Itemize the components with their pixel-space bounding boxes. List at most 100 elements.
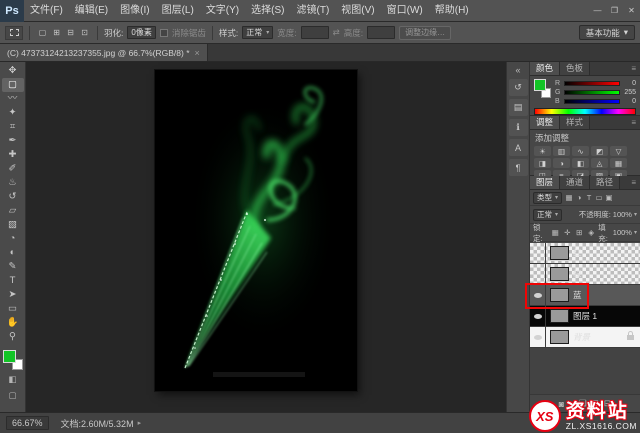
shape-tool-icon[interactable]: ▭ bbox=[2, 302, 24, 316]
blur-tool-icon[interactable]: ◔ bbox=[2, 232, 24, 246]
layer-background[interactable]: 背景 bbox=[530, 327, 640, 348]
document-size-info[interactable]: 文档:2.60M/5.32M ▸ bbox=[61, 417, 142, 430]
zoom-level-field[interactable]: 66.67% bbox=[6, 416, 49, 430]
filter-pixel-layers-icon[interactable]: ▦ bbox=[564, 193, 574, 202]
swap-dimensions-icon[interactable]: ⇄ bbox=[333, 27, 340, 38]
eyedropper-tool-icon[interactable]: ✒ bbox=[2, 134, 24, 148]
style-select[interactable]: 正常 ▾ bbox=[242, 26, 274, 39]
levels-icon[interactable]: ▥ bbox=[553, 146, 570, 156]
layer-red[interactable]: 红 bbox=[530, 243, 640, 264]
filter-adjustment-layers-icon[interactable]: ◑ bbox=[574, 193, 584, 202]
tab-color[interactable]: 颜色 bbox=[530, 62, 561, 75]
curves-icon[interactable]: ∿ bbox=[572, 146, 589, 156]
history-brush-tool-icon[interactable]: ↺ bbox=[2, 190, 24, 204]
path-selection-tool-icon[interactable]: ➤ bbox=[2, 288, 24, 302]
visibility-toggle[interactable] bbox=[530, 285, 546, 305]
menu-item[interactable]: 图像(I) bbox=[114, 0, 155, 21]
eraser-tool-icon[interactable]: ▱ bbox=[2, 204, 24, 218]
paragraph-panel-icon[interactable]: ¶ bbox=[508, 159, 528, 176]
subtract-from-selection-icon[interactable]: ⊟ bbox=[64, 26, 77, 39]
quick-selection-tool-icon[interactable]: ✦ bbox=[2, 106, 24, 120]
close-icon[interactable]: ✕ bbox=[623, 0, 640, 21]
layer-thumbnail[interactable] bbox=[550, 330, 569, 344]
gradient-tool-icon[interactable]: ▧ bbox=[2, 218, 24, 232]
menu-item[interactable]: 文字(Y) bbox=[200, 0, 245, 21]
document-tab[interactable]: (C) 47373124213237355.jpg @ 66.7%(RGB/8)… bbox=[0, 44, 208, 61]
minimize-icon[interactable]: — bbox=[589, 0, 606, 21]
layer-name[interactable]: 绿 bbox=[573, 268, 582, 280]
add-to-selection-icon[interactable]: ⊞ bbox=[50, 26, 63, 39]
new-selection-icon[interactable]: ▢ bbox=[36, 26, 49, 39]
lock-position-icon[interactable]: ⊞ bbox=[574, 228, 584, 237]
filter-shape-layers-icon[interactable]: ▭ bbox=[594, 193, 604, 202]
blend-mode-select[interactable]: 正常 ▾ bbox=[533, 208, 563, 221]
menu-item[interactable]: 帮助(H) bbox=[429, 0, 475, 21]
fill-value[interactable]: 100% bbox=[613, 228, 632, 237]
tab-channels[interactable]: 通道 bbox=[560, 176, 591, 189]
intersect-selection-icon[interactable]: ⊡ bbox=[78, 26, 91, 39]
vibrance-icon[interactable]: ▽ bbox=[610, 146, 627, 156]
menu-item[interactable]: 滤镜(T) bbox=[291, 0, 336, 21]
layer-name[interactable]: 红 bbox=[573, 247, 582, 259]
layer-thumbnail[interactable] bbox=[550, 267, 569, 281]
layer-thumbnail[interactable] bbox=[550, 246, 569, 260]
channel-mixer-icon[interactable]: ▦ bbox=[610, 158, 627, 168]
visibility-toggle[interactable] bbox=[530, 327, 546, 347]
zoom-tool-icon[interactable]: ⚲ bbox=[2, 330, 24, 344]
info-panel-icon[interactable]: ℹ bbox=[508, 119, 528, 136]
foreground-swatch[interactable] bbox=[534, 79, 546, 91]
feather-field[interactable]: 0像素 bbox=[127, 26, 156, 39]
character-panel-icon[interactable]: A bbox=[508, 139, 528, 156]
width-field[interactable] bbox=[300, 26, 329, 39]
layer-blue[interactable]: 蓝 bbox=[530, 285, 640, 306]
photo-filter-icon[interactable]: ◬ bbox=[591, 158, 608, 168]
slider-track[interactable] bbox=[564, 80, 620, 86]
maximize-icon[interactable]: ❐ bbox=[606, 0, 623, 21]
marquee-tool-icon[interactable]: ▢ bbox=[1, 78, 24, 92]
color-spectrum-bar[interactable] bbox=[534, 108, 636, 115]
layer-name[interactable]: 背景 bbox=[573, 331, 590, 343]
expand-panels-icon[interactable]: « bbox=[515, 64, 520, 76]
dodge-tool-icon[interactable]: ◐ bbox=[2, 246, 24, 260]
filter-smart-object-icon[interactable]: ▣ bbox=[604, 193, 614, 202]
slider-track[interactable] bbox=[564, 89, 620, 95]
current-tool-icon[interactable] bbox=[5, 25, 23, 40]
clone-stamp-tool-icon[interactable]: ♨ bbox=[2, 176, 24, 190]
lock-transparency-icon[interactable]: ▦ bbox=[550, 228, 560, 237]
menu-item[interactable]: 窗口(W) bbox=[381, 0, 429, 21]
lasso-tool-icon[interactable]: 〰 bbox=[2, 92, 24, 106]
screen-mode-icon[interactable]: ▢ bbox=[2, 389, 24, 402]
status-options-icon[interactable]: ▸ bbox=[138, 419, 142, 427]
slider-track[interactable] bbox=[564, 98, 620, 104]
layer-thumbnail[interactable] bbox=[550, 288, 569, 302]
foreground-swatch[interactable] bbox=[2, 350, 16, 363]
pen-tool-icon[interactable]: ✎ bbox=[2, 260, 24, 274]
menu-item[interactable]: 选择(S) bbox=[245, 0, 290, 21]
type-tool-icon[interactable]: T bbox=[2, 274, 24, 288]
menu-item[interactable]: 视图(V) bbox=[335, 0, 380, 21]
color-balance-icon[interactable]: ◑ bbox=[553, 158, 570, 168]
crop-tool-icon[interactable]: ⌗ bbox=[2, 120, 24, 134]
layer-name[interactable]: 蓝 bbox=[573, 289, 582, 301]
workspace-switcher[interactable]: 基本功能 ▾ bbox=[578, 25, 635, 40]
black-white-icon[interactable]: ◧ bbox=[572, 158, 589, 168]
layer-name[interactable]: 图层 1 bbox=[573, 310, 597, 322]
panel-menu-icon[interactable]: ≡ bbox=[627, 62, 640, 75]
healing-brush-tool-icon[interactable]: ✚ bbox=[2, 148, 24, 162]
brightness-contrast-icon[interactable]: ☀ bbox=[534, 146, 551, 156]
panel-menu-icon[interactable]: ≡ bbox=[627, 116, 640, 129]
layer-green[interactable]: 绿 bbox=[530, 264, 640, 285]
brush-tool-icon[interactable]: ✐ bbox=[2, 162, 24, 176]
menu-item[interactable]: 图层(L) bbox=[156, 0, 200, 21]
quick-mask-icon[interactable]: ◧ bbox=[2, 373, 24, 386]
document-image[interactable] bbox=[155, 70, 357, 391]
filter-type-layers-icon[interactable]: T bbox=[584, 193, 594, 202]
visibility-toggle[interactable] bbox=[530, 264, 546, 284]
opacity-value[interactable]: 100% bbox=[613, 210, 632, 219]
hue-saturation-icon[interactable]: ◨ bbox=[534, 158, 551, 168]
menu-item[interactable]: 文件(F) bbox=[24, 0, 69, 21]
refine-edge-button[interactable]: 调整边缘… bbox=[399, 25, 452, 40]
history-panel-icon[interactable]: ↺ bbox=[508, 79, 528, 96]
tab-swatches[interactable]: 色板 bbox=[560, 62, 591, 75]
layer-thumbnail[interactable] bbox=[550, 309, 569, 323]
